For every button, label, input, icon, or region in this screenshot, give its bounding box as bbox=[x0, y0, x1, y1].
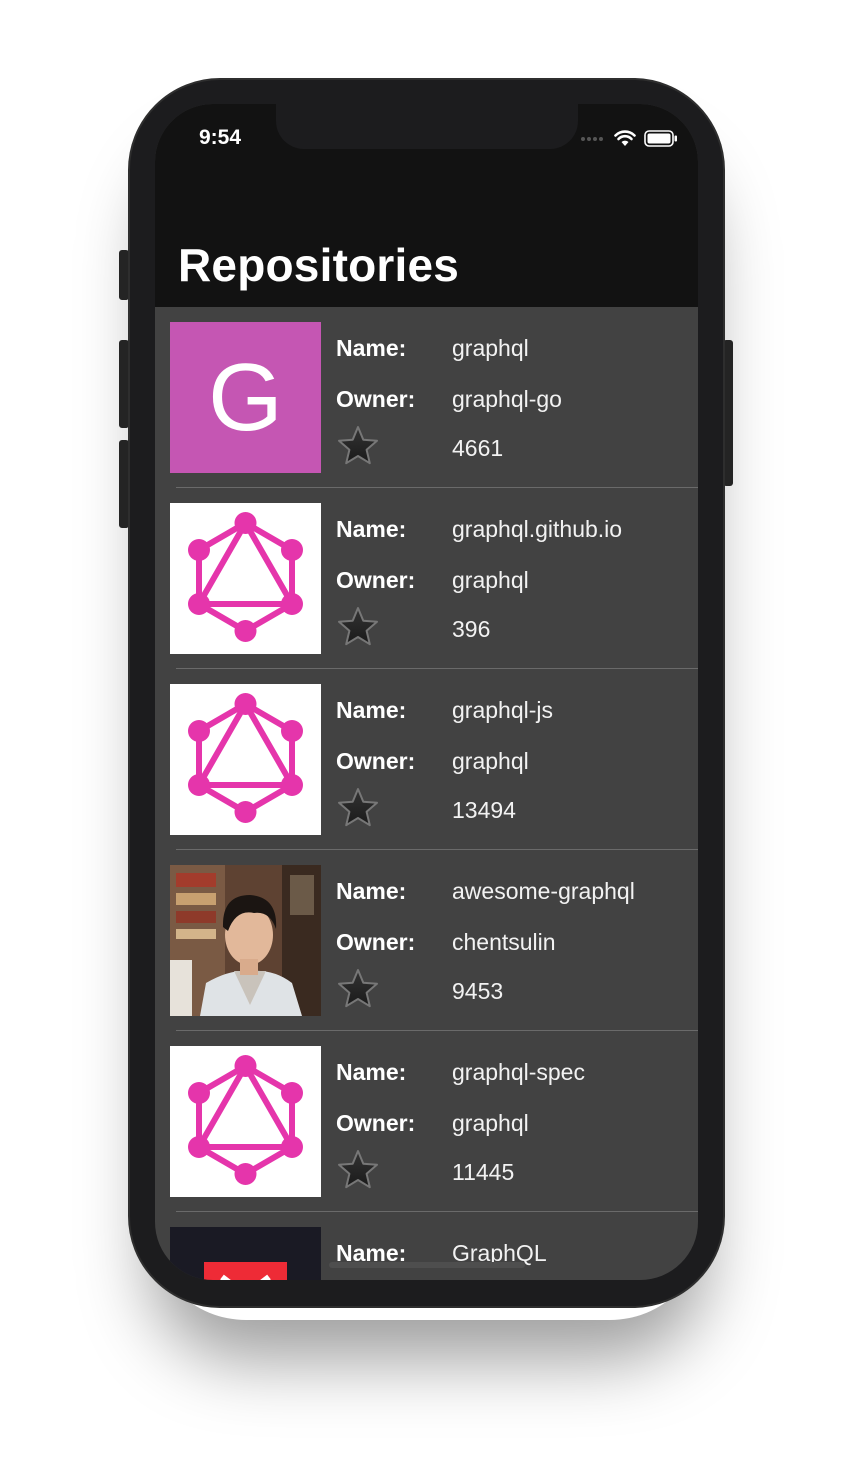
status-icons bbox=[580, 128, 678, 148]
star-icon[interactable] bbox=[336, 967, 380, 1011]
repo-name: graphql-spec bbox=[452, 1059, 585, 1085]
repo-avatar bbox=[170, 503, 321, 654]
star-icon[interactable] bbox=[336, 1148, 380, 1192]
repository-row[interactable]: Name: GraphQL bbox=[155, 1212, 698, 1280]
name-label: Name: bbox=[336, 1059, 407, 1085]
owner-label: Owner: bbox=[336, 567, 416, 593]
wifi-icon bbox=[614, 129, 636, 146]
avatar-letter: G bbox=[208, 344, 283, 451]
navigation-bar: 9:54 Repositories bbox=[155, 104, 698, 307]
repo-owner: graphql-go bbox=[452, 386, 562, 412]
repo-name: graphql-js bbox=[452, 697, 553, 723]
star-count: 9453 bbox=[452, 978, 504, 1004]
repo-owner: graphql bbox=[452, 748, 529, 774]
repo-avatar bbox=[170, 684, 321, 835]
owner-label: Owner: bbox=[336, 386, 416, 412]
star-count: 11445 bbox=[452, 1159, 515, 1185]
repository-row[interactable]: Name: graphql.github.io Owner: graphql 3… bbox=[155, 488, 698, 669]
graphql-logo-icon bbox=[188, 693, 303, 823]
name-label: Name: bbox=[336, 697, 407, 723]
owner-label: Owner: bbox=[336, 929, 416, 955]
repo-name: graphql bbox=[452, 335, 529, 361]
repo-avatar bbox=[170, 1046, 321, 1197]
repo-avatar: G bbox=[170, 322, 321, 473]
repo-name: awesome-graphql bbox=[452, 878, 635, 904]
repo-avatar bbox=[170, 865, 321, 1016]
star-icon[interactable] bbox=[336, 605, 380, 649]
star-count: 13494 bbox=[452, 797, 516, 823]
repository-row[interactable]: Name: graphql-spec Owner: graphql 11445 bbox=[155, 1031, 698, 1212]
screen: 9:54 Repositories G Name: graphql Owner:… bbox=[155, 104, 698, 1280]
star-icon[interactable] bbox=[336, 424, 380, 468]
star-count: 4661 bbox=[452, 435, 504, 461]
repo-owner: graphql bbox=[452, 1110, 529, 1136]
owner-label: Owner: bbox=[336, 748, 416, 774]
repo-avatar bbox=[170, 1227, 321, 1280]
user-photo-avatar bbox=[170, 865, 321, 1016]
cellular-signal-icon bbox=[581, 137, 603, 141]
home-indicator[interactable] bbox=[329, 1262, 525, 1268]
name-label: Name: bbox=[336, 516, 407, 542]
page-title: Repositories bbox=[178, 239, 460, 291]
battery-icon bbox=[644, 129, 677, 147]
repository-row[interactable]: G Name: graphql Owner: graphql-go 4661 bbox=[155, 307, 698, 488]
repo-name: graphql.github.io bbox=[452, 516, 623, 542]
owner-label: Owner: bbox=[336, 1110, 416, 1136]
star-icon[interactable] bbox=[336, 786, 380, 830]
name-label: Name: bbox=[336, 878, 407, 904]
status-time: 9:54 bbox=[199, 126, 242, 149]
graphql-logo-icon bbox=[188, 1055, 303, 1185]
repository-row[interactable]: Name: awesome-graphql Owner: chentsulin … bbox=[155, 850, 698, 1031]
star-count: 396 bbox=[452, 616, 491, 642]
repository-list[interactable]: G Name: graphql Owner: graphql-go 4661 N… bbox=[155, 307, 698, 1280]
name-label: Name: bbox=[336, 335, 407, 361]
repository-row[interactable]: Name: graphql-js Owner: graphql 13494 bbox=[155, 669, 698, 850]
repo-owner: graphql bbox=[452, 567, 529, 593]
notch bbox=[276, 104, 578, 149]
repo-owner: chentsulin bbox=[452, 929, 556, 955]
red-logo-avatar bbox=[204, 1262, 287, 1280]
graphql-logo-icon bbox=[188, 512, 303, 642]
